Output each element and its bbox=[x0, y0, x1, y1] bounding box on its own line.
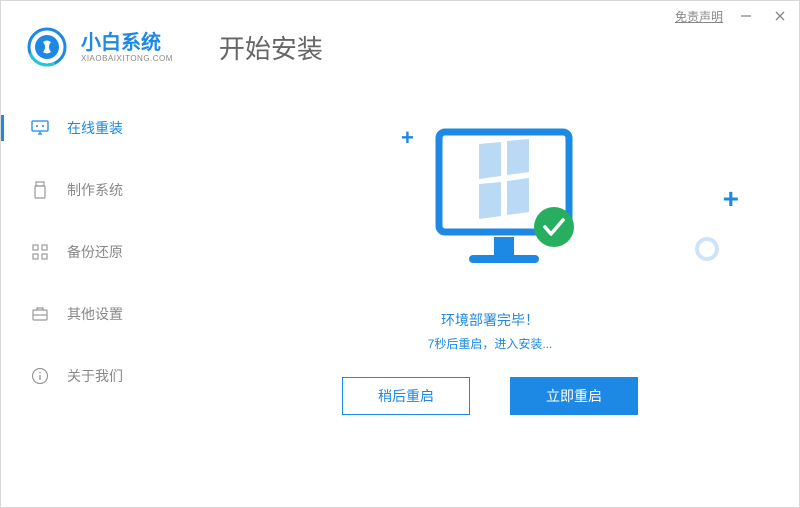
app-window: 免责声明 小白系统 XIAOBAIXITONG.COM 开始安装 bbox=[0, 0, 800, 508]
brand-text: 小白系统 XIAOBAIXITONG.COM bbox=[81, 32, 173, 63]
circle-decoration-icon bbox=[695, 237, 719, 261]
plus-decoration-icon: + bbox=[723, 183, 739, 215]
minimize-button[interactable] bbox=[735, 5, 757, 27]
sidebar-item-backup[interactable]: 备份还原 bbox=[1, 221, 181, 283]
body: 在线重装 制作系统 备份还原 其他设置 bbox=[1, 77, 799, 507]
sidebar-item-label: 关于我们 bbox=[67, 366, 123, 386]
info-icon bbox=[31, 367, 49, 385]
monitor-icon bbox=[31, 119, 49, 137]
sidebar-item-label: 在线重装 bbox=[67, 118, 123, 138]
status-text: 环境部署完毕！ bbox=[181, 310, 799, 330]
brand-url: XIAOBAIXITONG.COM bbox=[81, 54, 173, 63]
header: 小白系统 XIAOBAIXITONG.COM 开始安装 bbox=[1, 27, 799, 77]
sidebar-item-label: 其他设置 bbox=[67, 304, 123, 324]
usb-icon bbox=[31, 181, 49, 199]
briefcase-icon bbox=[31, 305, 49, 323]
brand-name: 小白系统 bbox=[81, 32, 173, 54]
plus-decoration-icon: + bbox=[401, 125, 414, 151]
restart-later-button[interactable]: 稍后重启 bbox=[342, 377, 470, 415]
sidebar-item-label: 制作系统 bbox=[67, 180, 123, 200]
sidebar-item-create[interactable]: 制作系统 bbox=[1, 159, 181, 221]
app-logo bbox=[27, 27, 67, 67]
grid-icon bbox=[31, 243, 49, 261]
main-panel: + + 环境部署完毕！ 7秒后重启，进入安装... 稍后重启 立即重启 bbox=[181, 77, 799, 507]
close-button[interactable] bbox=[769, 5, 791, 27]
sidebar-item-settings[interactable]: 其他设置 bbox=[1, 283, 181, 345]
monitor-illustration bbox=[429, 122, 579, 287]
sidebar-item-about[interactable]: 关于我们 bbox=[1, 345, 181, 407]
minimize-icon bbox=[740, 10, 752, 22]
restart-now-button[interactable]: 立即重启 bbox=[510, 377, 638, 415]
sidebar-item-label: 备份还原 bbox=[67, 242, 123, 262]
action-buttons: 稍后重启 立即重启 bbox=[181, 377, 799, 415]
sidebar: 在线重装 制作系统 备份还原 其他设置 bbox=[1, 77, 181, 507]
page-title: 开始安装 bbox=[219, 29, 323, 66]
substatus-text: 7秒后重启，进入安装... bbox=[181, 335, 799, 352]
close-icon bbox=[774, 10, 786, 22]
disclaimer-link[interactable]: 免责声明 bbox=[675, 8, 723, 25]
sidebar-item-reinstall[interactable]: 在线重装 bbox=[1, 97, 181, 159]
